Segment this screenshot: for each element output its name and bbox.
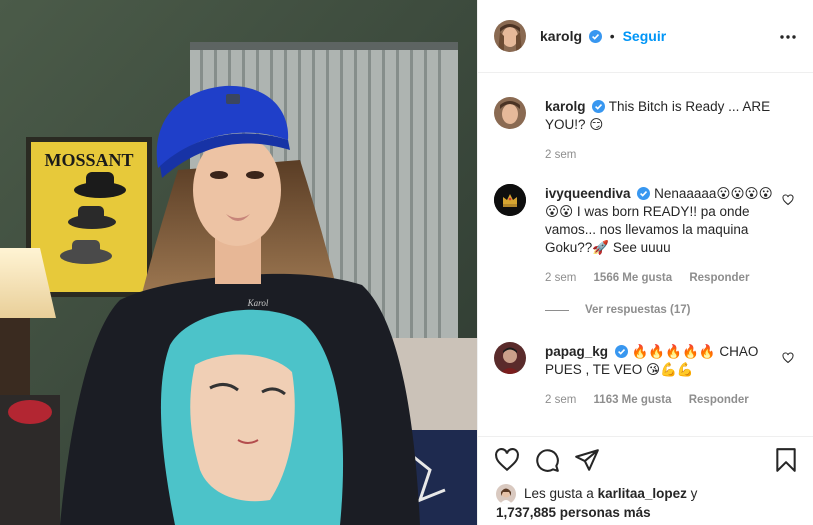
comment-item: ivyqueendiva Nenaaaaa😮😮😮😮😮😮 I was born R… bbox=[494, 184, 794, 316]
comment-time[interactable]: 2 sem bbox=[545, 394, 576, 406]
comment-likes[interactable]: 1163 Me gusta bbox=[594, 394, 672, 406]
verified-badge-icon bbox=[592, 100, 606, 113]
comment-item: papag_kg 🔥🔥🔥🔥🔥 CHAO PUES , TE VEO 😘💪💪 2 … bbox=[494, 342, 794, 422]
commenter-avatar[interactable] bbox=[494, 184, 526, 216]
more-options-icon[interactable] bbox=[780, 30, 796, 44]
comment-meta: 2 sem 1566 Me gusta Responder bbox=[545, 272, 763, 284]
post-image: MOSSANT Karol bbox=[0, 0, 477, 525]
heart-icon[interactable] bbox=[494, 447, 520, 473]
commenter-avatar[interactable] bbox=[494, 342, 526, 374]
bookmark-icon[interactable] bbox=[773, 447, 799, 473]
verified-badge-icon bbox=[588, 30, 602, 43]
comment-like-heart-icon[interactable] bbox=[782, 194, 794, 206]
reply-button[interactable]: Responder bbox=[689, 394, 749, 406]
liker-avatar[interactable] bbox=[496, 484, 516, 504]
follow-button[interactable]: Seguir bbox=[623, 28, 667, 44]
separator-dot: • bbox=[609, 28, 615, 44]
comment-text-block: papag_kg 🔥🔥🔥🔥🔥 CHAO PUES , TE VEO 😘💪💪 bbox=[545, 343, 775, 379]
caption: karolg This Bitch is Ready ... ARE YOU!?… bbox=[494, 97, 794, 167]
comments-list[interactable]: karolg This Bitch is Ready ... ARE YOU!?… bbox=[478, 74, 813, 436]
likes-others[interactable]: 1,737,885 personas más bbox=[496, 504, 651, 522]
caption-avatar[interactable] bbox=[494, 97, 526, 129]
comment-time[interactable]: 2 sem bbox=[545, 272, 576, 284]
likes-line-1: Les gusta a karlitaa_lopez y bbox=[524, 485, 697, 503]
header-line: karolg • Seguir bbox=[540, 28, 666, 44]
post-actions: Les gusta a karlitaa_lopez y 1,737,885 p… bbox=[478, 436, 813, 525]
post-sidebar: karolg • Seguir karolg This Bitch is Rea… bbox=[477, 0, 813, 525]
verified-badge-icon bbox=[637, 187, 651, 200]
comment-text-block: ivyqueendiva Nenaaaaa😮😮😮😮😮😮 I was born R… bbox=[545, 185, 775, 257]
liker-username[interactable]: karlitaa_lopez bbox=[598, 486, 687, 501]
share-icon[interactable] bbox=[574, 447, 600, 473]
caption-meta: 2 sem bbox=[545, 149, 590, 161]
caption-time[interactable]: 2 sem bbox=[545, 149, 576, 161]
caption-username[interactable]: karolg bbox=[545, 99, 586, 114]
comment-username[interactable]: ivyqueendiva bbox=[545, 186, 631, 201]
replies-line bbox=[545, 309, 569, 311]
comment-username[interactable]: papag_kg bbox=[545, 344, 608, 359]
comment-like-heart-icon[interactable] bbox=[782, 352, 794, 364]
poster-title: MOSSANT bbox=[44, 150, 133, 170]
likes-conj: y bbox=[690, 486, 698, 501]
post-header: karolg • Seguir bbox=[478, 0, 813, 73]
likes-prefix: Les gusta a bbox=[524, 486, 594, 501]
post-photo[interactable]: MOSSANT Karol bbox=[0, 0, 477, 525]
view-replies-button[interactable]: Ver respuestas (17) bbox=[545, 304, 690, 316]
comment-icon[interactable] bbox=[534, 447, 560, 473]
shirt-print bbox=[160, 309, 344, 525]
author-username[interactable]: karolg bbox=[540, 28, 582, 44]
comment-likes[interactable]: 1566 Me gusta bbox=[594, 272, 673, 284]
author-avatar[interactable] bbox=[494, 20, 526, 52]
view-replies-label: Ver respuestas (17) bbox=[585, 304, 691, 316]
reply-button[interactable]: Responder bbox=[689, 272, 749, 284]
comment-meta: 2 sem 1163 Me gusta Responder bbox=[545, 394, 763, 406]
shirt-text: Karol bbox=[247, 298, 269, 308]
caption-text-block: karolg This Bitch is Ready ... ARE YOU!?… bbox=[545, 98, 775, 134]
verified-badge-icon bbox=[614, 345, 628, 358]
